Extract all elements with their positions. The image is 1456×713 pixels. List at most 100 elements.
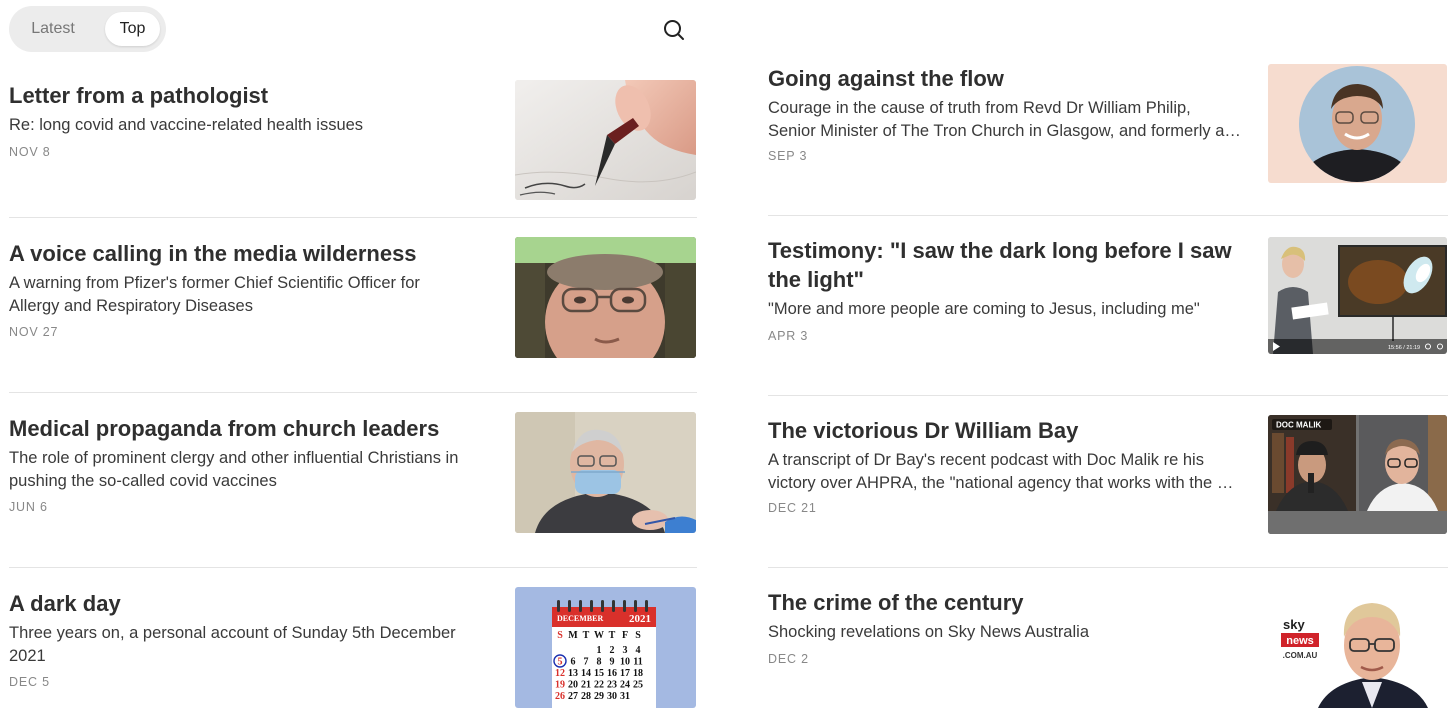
post-subtitle-line: Senior Minister of The Tron Church in Gl… <box>768 122 1242 140</box>
post-title: Medical propaganda from church leaders <box>9 416 440 441</box>
post-subtitle-line: A warning from Pfizer's former Chief Sci… <box>9 274 420 292</box>
tab-latest[interactable]: Latest <box>15 12 91 46</box>
post-subtitle-line: Courage in the cause of truth from Revd … <box>768 99 1191 117</box>
post-thumbnail: sky news .COM.AU <box>1268 587 1447 708</box>
post-subtitle-line: Three years on, a personal account of Su… <box>9 624 456 642</box>
calendar-weekday: F <box>622 630 628 641</box>
svg-text:15:56 / 21:19: 15:56 / 21:19 <box>1388 345 1420 351</box>
post-thumbnail: DOC MALIK <box>1268 415 1447 534</box>
post-title: Letter from a pathologist <box>9 83 269 108</box>
calendar-ring <box>623 600 626 612</box>
calendar-day: 29 <box>594 691 604 702</box>
calendar-day: 5 <box>558 657 563 668</box>
search-icon[interactable] <box>662 18 686 42</box>
post-thumbnail <box>515 412 696 533</box>
post-subtitle-line: pushing the so-called covid vaccines <box>9 472 277 490</box>
calendar-day: 27 <box>568 691 578 702</box>
calendar-day: 10 <box>620 657 630 668</box>
calendar-graphic: DECEMBER 2021 SMTWTFS 1 2 3 45 6 7 8 9 10 1112 13 1… <box>552 600 656 708</box>
post-subtitle: Re: long covid and vaccine-related healt… <box>9 116 364 134</box>
post-card[interactable]: The victorious Dr William Bay A transcri… <box>768 414 1448 544</box>
calendar-ring <box>590 600 593 612</box>
svg-text:2021: 2021 <box>629 613 651 625</box>
calendar-day: 17 <box>620 668 630 679</box>
calendar-day: 12 <box>555 668 565 679</box>
post-title: Going against the flow <box>768 66 1004 91</box>
calendar-day: 16 <box>607 668 617 679</box>
calendar-day: 24 <box>620 680 630 691</box>
post-date: DEC 5 <box>9 675 50 689</box>
calendar-day: 8 <box>597 657 602 668</box>
calendar-day: 18 <box>633 668 643 679</box>
svg-text:DECEMBER: DECEMBER <box>557 614 603 623</box>
calendar-ring <box>645 600 648 612</box>
calendar-day: 4 <box>636 645 641 656</box>
svg-text:DOC MALIK: DOC MALIK <box>1276 421 1322 430</box>
svg-text:sky: sky <box>1283 617 1305 632</box>
calendar-weekday: S <box>635 630 641 641</box>
post-subtitle-line: Allergy and Respiratory Diseases <box>9 297 253 315</box>
calendar-day: 15 <box>594 668 604 679</box>
post-card[interactable]: The crime of the century Shocking revela… <box>768 586 1448 710</box>
calendar-day: 1 <box>597 645 602 656</box>
calendar-day: 26 <box>555 691 565 702</box>
calendar-ring <box>568 600 571 612</box>
post-date: DEC 21 <box>768 501 817 515</box>
post-card[interactable]: A voice calling in the media wilderness … <box>9 236 697 366</box>
tab-top[interactable]: Top <box>105 12 160 46</box>
post-subtitle-line: 2021 <box>9 647 46 665</box>
post-subtitle: "More and more people are coming to Jesu… <box>768 300 1200 318</box>
post-title: The crime of the century <box>768 590 1024 615</box>
divider <box>9 567 697 568</box>
post-subtitle: Shocking revelations on Sky News Austral… <box>768 623 1089 641</box>
post-card[interactable]: A dark day Three years on, a personal ac… <box>9 586 697 710</box>
calendar-day: 25 <box>633 680 643 691</box>
calendar-day: 13 <box>568 668 578 679</box>
divider <box>768 567 1448 568</box>
post-card[interactable]: Testimony: "I saw the dark long before I… <box>768 234 1448 364</box>
calendar-weekday: M <box>568 630 578 641</box>
post-title: The victorious Dr William Bay <box>768 418 1079 443</box>
calendar-day: 19 <box>555 680 565 691</box>
calendar-day: 7 <box>584 657 589 668</box>
calendar-day: 14 <box>581 668 591 679</box>
post-date: APR 3 <box>768 329 809 343</box>
post-date: NOV 8 <box>9 145 51 159</box>
calendar-weekday: S <box>557 630 563 641</box>
svg-text:news: news <box>1286 635 1314 647</box>
calendar-day: 30 <box>607 691 617 702</box>
calendar-ring <box>634 600 637 612</box>
calendar-ring <box>579 600 582 612</box>
post-thumbnail <box>515 237 696 358</box>
calendar-weekday: T <box>583 630 590 641</box>
post-card[interactable]: Medical propaganda from church leaders T… <box>9 411 697 541</box>
calendar-day: 9 <box>610 657 615 668</box>
post-date: NOV 27 <box>9 325 59 339</box>
post-thumbnail <box>515 80 696 200</box>
post-card[interactable]: Letter from a pathologist Re: long covid… <box>9 78 697 203</box>
calendar-day: 21 <box>581 680 591 691</box>
post-subtitle-line: victory over AHPRA, the "national agency… <box>768 474 1242 492</box>
post-thumbnail: DECEMBER 2021 SMTWTFS 1 2 3 4 5 6 7 8 9 10 11 12 13 1… <box>515 587 696 708</box>
post-title: A dark day <box>9 591 121 616</box>
calendar-ring <box>601 600 604 612</box>
post-date: JUN 6 <box>9 500 48 514</box>
calendar-day: 31 <box>620 691 630 702</box>
post-subtitle-line: A transcript of Dr Bay's recent podcast … <box>768 451 1204 469</box>
calendar-ring <box>612 600 615 612</box>
post-card[interactable]: Going against the flow Courage in the ca… <box>768 62 1448 187</box>
post-date: SEP 3 <box>768 149 808 163</box>
calendar-day: 20 <box>568 680 578 691</box>
post-title-line: Testimony: "I saw the dark long before I… <box>768 238 1232 263</box>
svg-text:.COM.AU: .COM.AU <box>1283 651 1318 660</box>
feed-toggle: Latest Top <box>9 6 166 52</box>
divider <box>9 217 697 218</box>
divider <box>9 392 697 393</box>
calendar-day: 28 <box>581 691 591 702</box>
calendar-weekday: T <box>609 630 616 641</box>
calendar-day: 2 <box>610 645 615 656</box>
divider <box>768 215 1448 216</box>
divider <box>768 395 1448 396</box>
calendar-ring <box>557 600 560 612</box>
post-thumbnail: 15:56 / 21:19 <box>1268 237 1447 354</box>
